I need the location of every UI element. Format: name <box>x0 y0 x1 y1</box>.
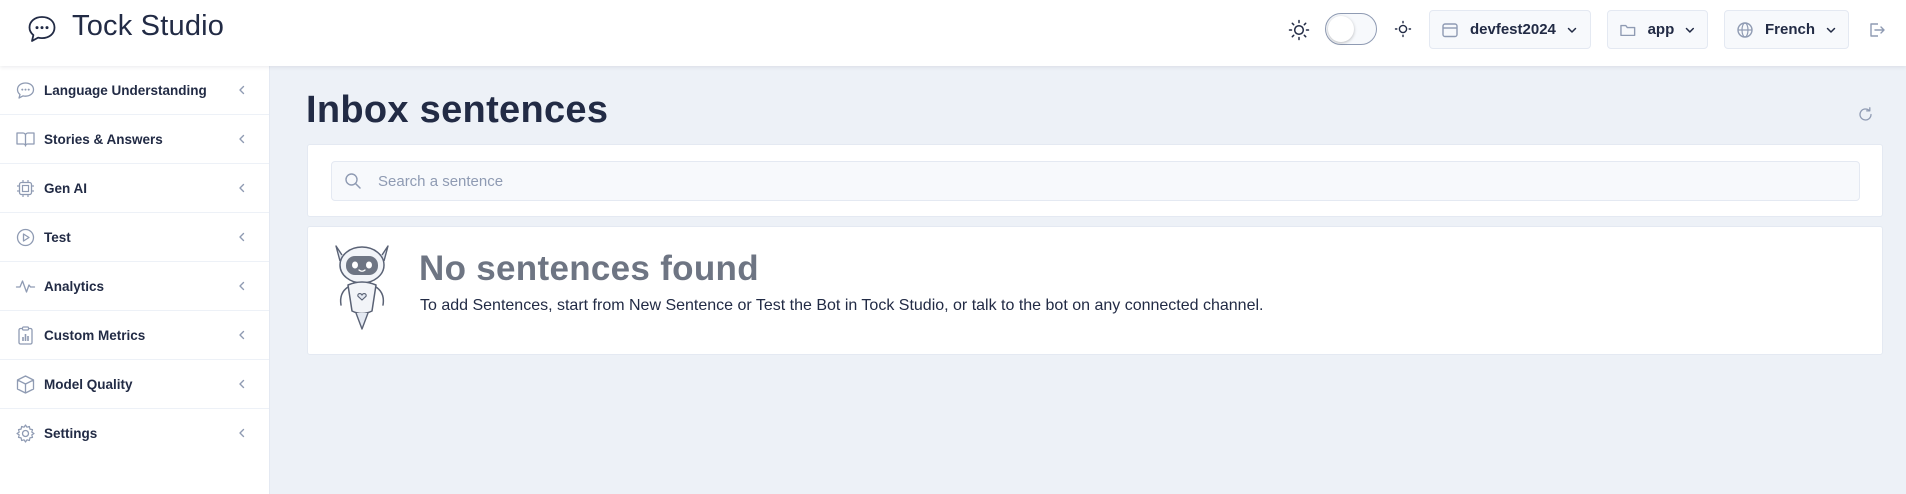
robot-illustration-icon <box>335 245 389 330</box>
gear-icon <box>16 424 35 443</box>
sidebar-item-gen-ai[interactable]: Gen AI <box>0 164 269 213</box>
chevron-down-icon <box>1685 27 1695 33</box>
chevron-left-icon <box>239 281 245 291</box>
logout-icon[interactable] <box>1867 20 1887 40</box>
globe-icon <box>1737 21 1753 38</box>
empty-state-description: To add Sentences, start from New Sentenc… <box>420 297 1264 314</box>
application-value: app <box>1647 21 1675 38</box>
sidebar-item-label: Analytics <box>44 278 105 294</box>
cpu-icon <box>17 179 34 197</box>
search-input[interactable] <box>378 172 1778 190</box>
play-circle-icon <box>16 228 35 246</box>
page-title: Inbox sentences <box>306 89 609 131</box>
theme-toggle-knob <box>1328 16 1354 42</box>
namespace-select[interactable]: devfest2024 <box>1429 10 1591 49</box>
top-header: Tock Studio devfest2024 app French <box>0 0 1906 66</box>
chevron-left-icon <box>239 232 245 242</box>
small-sun-icon <box>1394 20 1412 38</box>
chevron-left-icon <box>239 379 245 389</box>
book-icon <box>16 131 35 147</box>
chevron-down-icon <box>1567 27 1577 33</box>
calendar-icon <box>1442 22 1458 37</box>
search-box[interactable] <box>331 161 1860 201</box>
sidebar-item-label: Stories & Answers <box>44 131 163 147</box>
theme-toggle[interactable] <box>1325 13 1377 45</box>
sidebar-item-language-understanding[interactable]: Language Understanding <box>0 66 269 115</box>
sun-icon <box>1288 19 1310 41</box>
chevron-left-icon <box>239 85 245 95</box>
sidebar-item-test[interactable]: Test <box>0 213 269 262</box>
chevron-left-icon <box>239 183 245 193</box>
folder-icon <box>1620 24 1636 36</box>
application-select[interactable]: app <box>1607 10 1708 49</box>
sidebar-item-stories-answers[interactable]: Stories & Answers <box>0 115 269 164</box>
chevron-left-icon <box>239 428 245 438</box>
chevron-down-icon <box>1826 27 1836 33</box>
sidebar-item-settings[interactable]: Settings <box>0 409 269 458</box>
sidebar-item-analytics[interactable]: Analytics <box>0 262 269 311</box>
empty-state-card: No sentences found To add Sentences, sta… <box>307 226 1883 355</box>
sidebar-item-label: Test <box>44 229 71 245</box>
box-icon <box>16 374 35 394</box>
refresh-icon[interactable] <box>1857 106 1874 123</box>
sidebar-item-model-quality[interactable]: Model Quality <box>0 360 269 409</box>
search-icon <box>345 173 361 189</box>
namespace-value: devfest2024 <box>1470 21 1556 38</box>
sidebar-item-label: Gen AI <box>44 180 88 196</box>
chat-bubble-icon <box>16 81 35 99</box>
sidebar-item-label: Settings <box>44 426 98 441</box>
locale-select[interactable]: French <box>1724 10 1849 49</box>
chat-bubble-icon[interactable] <box>26 13 58 45</box>
locale-value: French <box>1764 21 1815 38</box>
app-title: Tock Studio <box>72 10 225 42</box>
chevron-left-icon <box>239 330 245 340</box>
clipboard-chart-icon <box>18 325 33 345</box>
sidebar-item-label: Custom Metrics <box>44 327 146 343</box>
empty-state-title: No sentences found <box>419 249 759 288</box>
sidebar-item-label: Model Quality <box>44 376 133 392</box>
sidebar-item-label: Language Understanding <box>44 82 207 98</box>
search-card <box>307 144 1883 217</box>
chevron-left-icon <box>239 134 245 144</box>
sidebar: Language Understanding Stories & Answers… <box>0 66 270 494</box>
sidebar-item-custom-metrics[interactable]: Custom Metrics <box>0 311 269 360</box>
activity-icon <box>15 279 36 293</box>
